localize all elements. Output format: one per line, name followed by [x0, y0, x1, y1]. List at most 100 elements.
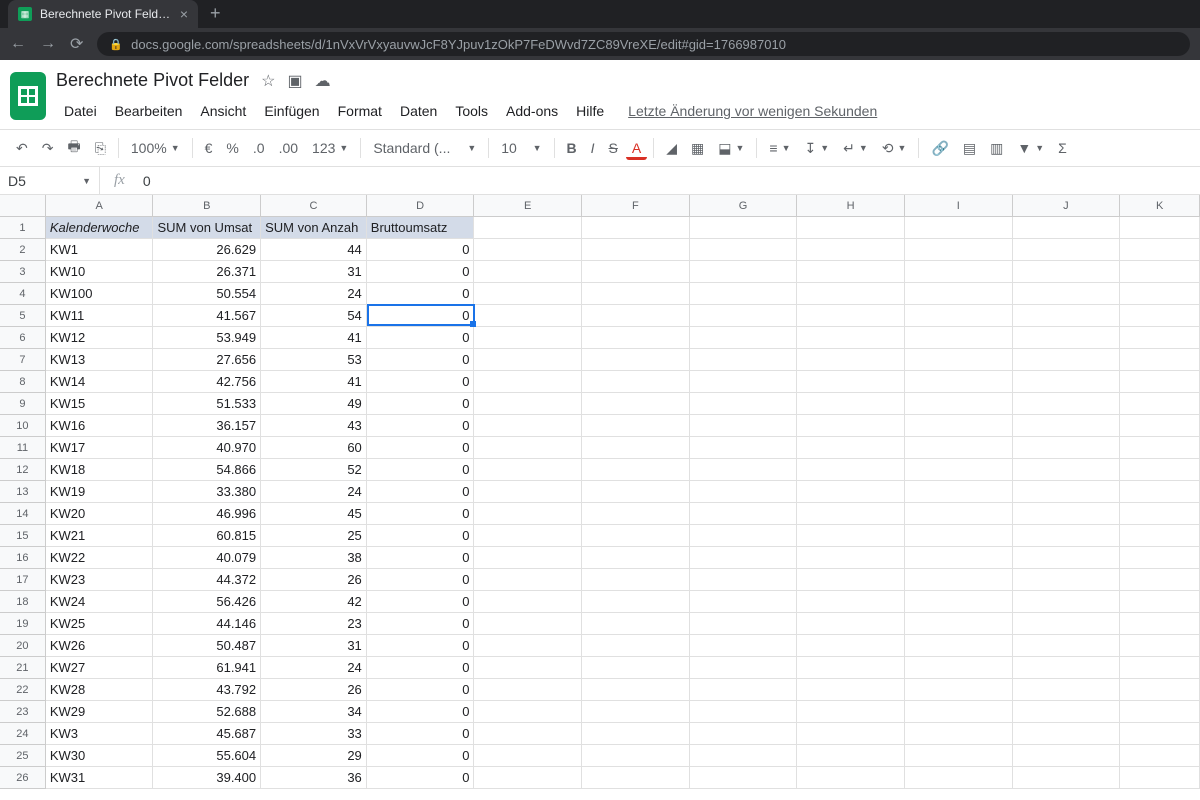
cell[interactable] — [905, 569, 1013, 591]
link-button[interactable]: 🔗 — [925, 136, 954, 161]
cell[interactable] — [582, 525, 690, 547]
cell[interactable] — [905, 327, 1013, 349]
cell[interactable] — [690, 723, 798, 745]
cell[interactable]: 0 — [367, 283, 475, 305]
cell[interactable] — [582, 547, 690, 569]
row-header-10[interactable]: 10 — [0, 415, 46, 437]
cell[interactable]: 24 — [261, 657, 367, 679]
cell[interactable] — [474, 305, 582, 327]
cell[interactable]: 33 — [261, 723, 367, 745]
star-icon[interactable]: ☆ — [261, 71, 275, 91]
cell[interactable] — [1013, 371, 1121, 393]
cell[interactable]: Kalenderwoche — [46, 217, 154, 239]
cell[interactable] — [1120, 261, 1200, 283]
col-header-K[interactable]: K — [1120, 195, 1200, 216]
cell[interactable] — [474, 525, 582, 547]
cell[interactable] — [905, 481, 1013, 503]
cell[interactable]: 27.656 — [153, 349, 261, 371]
cell[interactable] — [797, 569, 905, 591]
cell[interactable] — [1120, 569, 1200, 591]
cell[interactable] — [474, 701, 582, 723]
filter-button[interactable]: ▼▼ — [1011, 138, 1050, 158]
cell[interactable] — [1120, 525, 1200, 547]
cell[interactable] — [797, 723, 905, 745]
cell[interactable] — [690, 701, 798, 723]
cell[interactable] — [797, 459, 905, 481]
cell[interactable]: Bruttoumsatz — [367, 217, 475, 239]
cell[interactable] — [1120, 723, 1200, 745]
cell[interactable]: KW12 — [46, 327, 154, 349]
bold-button[interactable]: B — [561, 136, 583, 160]
cell[interactable]: 0 — [367, 371, 475, 393]
browser-tab[interactable]: ▦ Berechnete Pivot Felder - Googl × — [8, 0, 198, 28]
cell[interactable] — [582, 657, 690, 679]
cell[interactable]: 41 — [261, 327, 367, 349]
cell[interactable]: KW17 — [46, 437, 154, 459]
cell[interactable]: KW21 — [46, 525, 154, 547]
cell[interactable]: 0 — [367, 657, 475, 679]
cell[interactable]: 0 — [367, 679, 475, 701]
cell[interactable]: 44.146 — [153, 613, 261, 635]
cell[interactable] — [905, 217, 1013, 239]
cell[interactable] — [474, 239, 582, 261]
cell[interactable] — [1120, 679, 1200, 701]
col-header-H[interactable]: H — [797, 195, 905, 216]
cell[interactable]: 0 — [367, 635, 475, 657]
col-header-A[interactable]: A — [46, 195, 154, 216]
cell[interactable] — [582, 701, 690, 723]
cell[interactable] — [582, 679, 690, 701]
cell[interactable]: KW20 — [46, 503, 154, 525]
row-header-20[interactable]: 20 — [0, 635, 46, 657]
cell[interactable] — [690, 679, 798, 701]
cell[interactable] — [474, 635, 582, 657]
cell[interactable]: 0 — [367, 613, 475, 635]
cell[interactable]: 44.372 — [153, 569, 261, 591]
reload-button[interactable]: ⟳ — [70, 34, 83, 54]
italic-button[interactable]: I — [585, 136, 601, 160]
row-header-19[interactable]: 19 — [0, 613, 46, 635]
cell[interactable] — [797, 547, 905, 569]
row-header-7[interactable]: 7 — [0, 349, 46, 371]
cell[interactable] — [582, 635, 690, 657]
cell[interactable]: 0 — [367, 459, 475, 481]
cell[interactable]: 34 — [261, 701, 367, 723]
cell[interactable] — [1013, 767, 1121, 789]
cell[interactable]: KW26 — [46, 635, 154, 657]
cell[interactable] — [1013, 723, 1121, 745]
cell[interactable]: 45 — [261, 503, 367, 525]
cell[interactable]: 0 — [367, 437, 475, 459]
row-header-17[interactable]: 17 — [0, 569, 46, 591]
cell[interactable] — [1120, 393, 1200, 415]
cell[interactable]: 26 — [261, 679, 367, 701]
cell[interactable] — [1120, 635, 1200, 657]
cell[interactable]: 0 — [367, 701, 475, 723]
cell[interactable]: KW11 — [46, 305, 154, 327]
cell[interactable] — [690, 613, 798, 635]
cell[interactable] — [474, 547, 582, 569]
cell[interactable] — [690, 745, 798, 767]
increase-decimal-button[interactable]: .00 — [273, 136, 304, 160]
col-header-D[interactable]: D — [367, 195, 475, 216]
cell[interactable]: KW100 — [46, 283, 154, 305]
cell[interactable] — [1013, 239, 1121, 261]
menu-einfügen[interactable]: Einfügen — [256, 99, 327, 123]
cell[interactable]: 0 — [367, 327, 475, 349]
halign-button[interactable]: ≡▼ — [763, 138, 796, 158]
cell[interactable]: 40.079 — [153, 547, 261, 569]
cell[interactable] — [690, 415, 798, 437]
menu-bearbeiten[interactable]: Bearbeiten — [107, 99, 191, 123]
cell[interactable] — [905, 525, 1013, 547]
cell[interactable]: 46.996 — [153, 503, 261, 525]
doc-title[interactable]: Berechnete Pivot Felder — [56, 70, 249, 91]
cell[interactable] — [905, 635, 1013, 657]
cell[interactable]: 25 — [261, 525, 367, 547]
cell[interactable] — [905, 591, 1013, 613]
currency-button[interactable]: € — [199, 136, 219, 160]
cell[interactable]: 50.554 — [153, 283, 261, 305]
cell[interactable] — [1013, 591, 1121, 613]
cell[interactable]: 55.604 — [153, 745, 261, 767]
menu-ansicht[interactable]: Ansicht — [192, 99, 254, 123]
cell[interactable] — [582, 745, 690, 767]
forward-button[interactable]: → — [40, 35, 56, 53]
cell[interactable] — [1120, 327, 1200, 349]
